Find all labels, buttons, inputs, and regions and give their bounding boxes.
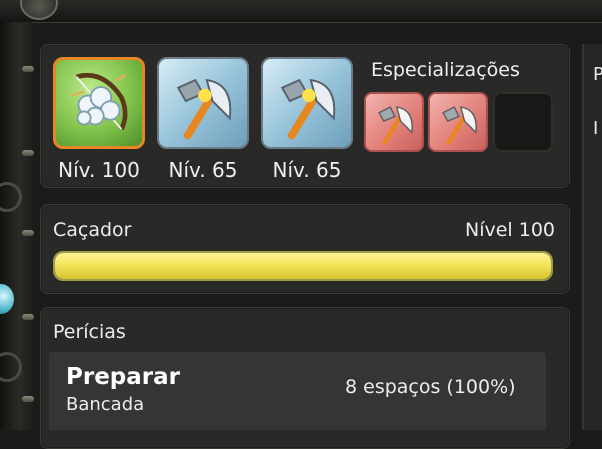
- crystal-bow-icon: [70, 72, 128, 131]
- specialization-slot[interactable]: [364, 92, 424, 152]
- left-frame-rail: [0, 22, 34, 430]
- skill-name: Preparar: [66, 364, 180, 390]
- skill-slots: 8 espaços (100%): [345, 376, 516, 398]
- specialization-empty-slot[interactable]: [493, 92, 553, 152]
- axe-hammer-icon: [280, 78, 336, 140]
- job-name: Caçador: [53, 219, 132, 241]
- rail-rivet: [22, 314, 34, 320]
- tool-level-label: Nív. 100: [58, 158, 140, 182]
- tool-level-label: Nív. 65: [272, 158, 342, 182]
- adjacent-panel-edge: [582, 44, 602, 430]
- adjacent-panel-text: I: [593, 118, 599, 139]
- job-level: Nível 100: [464, 219, 555, 241]
- specialization-slot[interactable]: [428, 92, 488, 152]
- cyan-gem-icon: [0, 284, 14, 314]
- rail-rivet: [22, 150, 34, 156]
- rail-rivet: [22, 230, 34, 236]
- skill-station: Bancada: [66, 394, 145, 415]
- job-xp-fill: [55, 253, 551, 279]
- tool-slot-axe-hammer[interactable]: [261, 57, 353, 149]
- top-frame-bar: [0, 0, 602, 23]
- rail-rivet: [22, 66, 34, 72]
- axe-hammer-icon: [176, 78, 232, 140]
- adjacent-panel-text: P: [593, 64, 602, 85]
- axe-hammer-icon: [378, 106, 413, 145]
- specializations-title: Especializações: [371, 59, 520, 81]
- skill-row[interactable]: Preparar Bancada 8 espaços (100%): [49, 352, 546, 430]
- top-knob-ornament: [20, 0, 58, 20]
- rail-rivet: [22, 396, 34, 402]
- job-xp-bar: [53, 251, 553, 281]
- tool-slot-crystal-bow[interactable]: [53, 57, 145, 149]
- rail-ring: [0, 352, 22, 382]
- rail-ring: [0, 182, 22, 212]
- tool-level-label: Nív. 65: [168, 158, 238, 182]
- skills-title: Perícias: [53, 321, 126, 343]
- tool-slot-axe-hammer[interactable]: [157, 57, 249, 149]
- axe-hammer-icon: [442, 106, 477, 145]
